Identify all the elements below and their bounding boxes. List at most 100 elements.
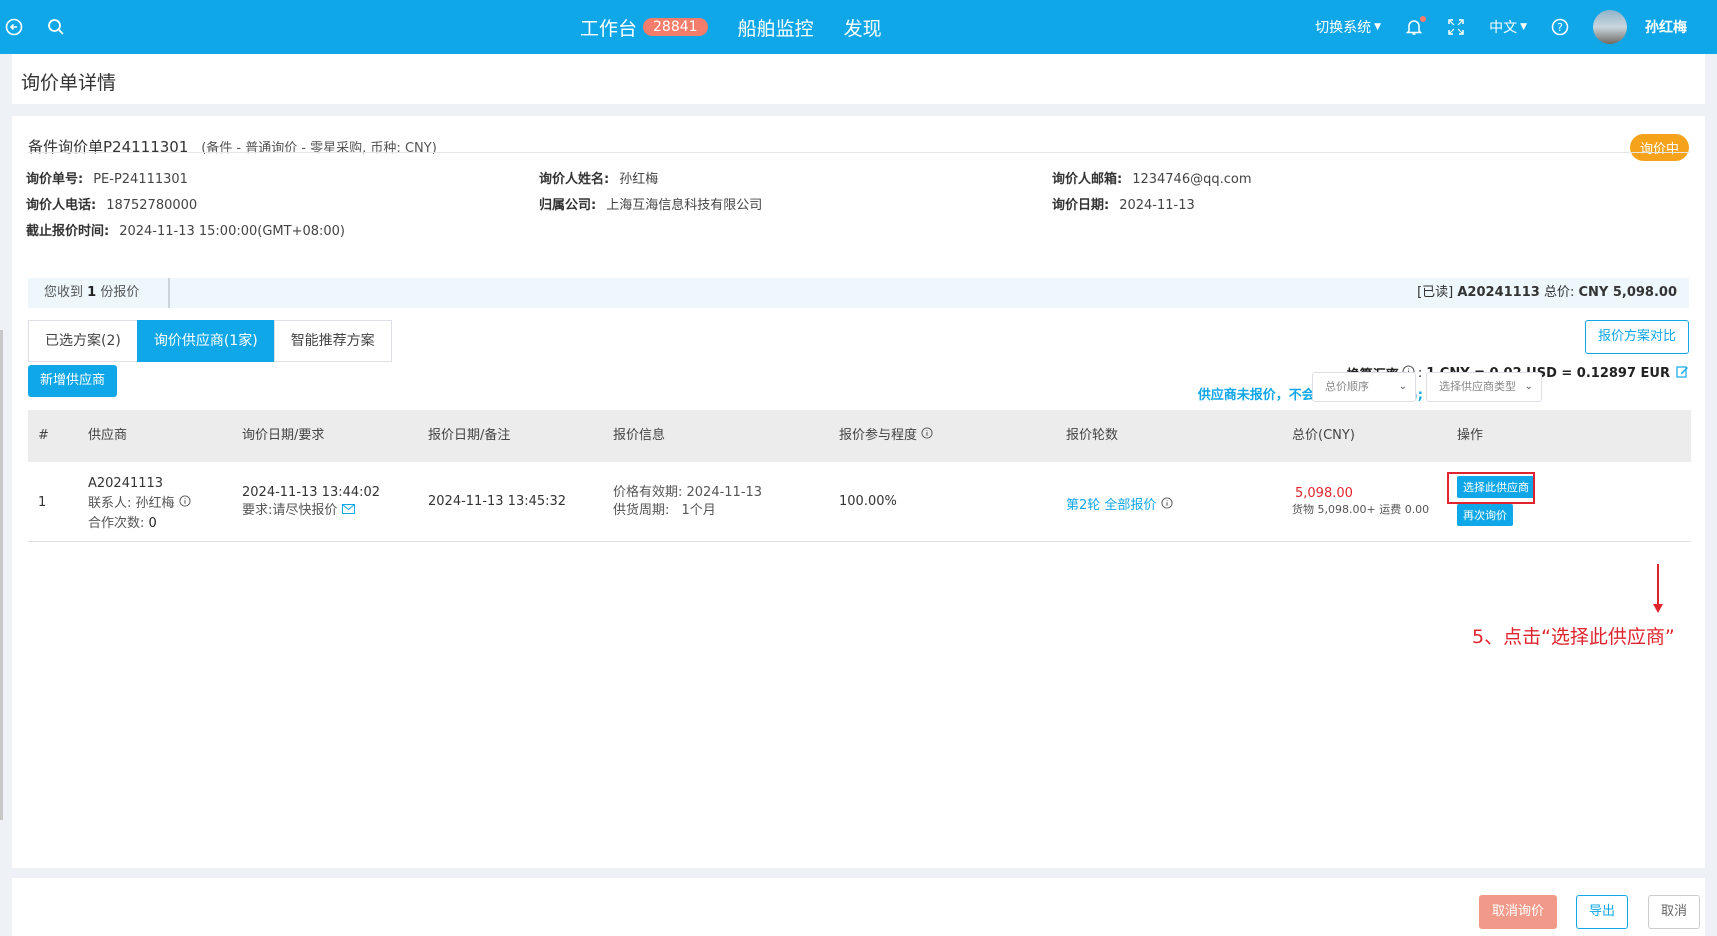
info-value: PE-P24111301 [93, 172, 188, 187]
nav-workbench-label: 工作台 [580, 17, 638, 40]
table-row: 1 A20241113 联系人: 孙红梅 合作次数: 0 2024-11-13 … [28, 462, 1691, 542]
caret-down-icon: ▼ [1520, 22, 1527, 32]
highlight-box [1447, 472, 1535, 504]
page-title: 询价单详情 [21, 72, 117, 94]
total-price: 5,098.00 [1295, 486, 1353, 501]
quote-receipt-bar: 您收到 1 份报价 [已读] A20241113 总价: CNY 5,098.0… [28, 278, 1689, 308]
participation-value: 100.00% [839, 494, 897, 509]
info-icon[interactable] [1161, 497, 1173, 513]
quote-info-cell: 价格有效期: 2024-11-13 供货周期: 1个月 [613, 484, 762, 520]
fullscreen-icon[interactable] [1447, 18, 1465, 36]
supplier-cell: A20241113 联系人: 孙红梅 合作次数: 0 [88, 474, 191, 534]
quote-count-text: 您收到 1 份报价 [28, 278, 170, 308]
price-validity: 价格有效期: 2024-11-13 [613, 485, 763, 500]
info-label: 询价单号: [26, 172, 84, 187]
contact-name: 孙红梅 [135, 496, 175, 511]
receipt-suffix: 份报价 [100, 285, 140, 300]
info-icon[interactable] [179, 495, 191, 511]
tab-inquiry-suppliers[interactable]: 询价供应商(1家) [136, 320, 275, 362]
column-header: 报价日期/备注 [428, 428, 511, 443]
caret-down-icon: ▼ [1374, 22, 1382, 32]
workbench-count-badge: 28841 [643, 18, 708, 36]
info-inquirer-email: 询价人邮箱: 1234746@qq.com [1052, 168, 1252, 187]
info-value: 1234746@qq.com [1132, 172, 1252, 187]
reinquire-button[interactable]: 再次询价 [1457, 504, 1513, 526]
supply-period-label: 供货周期: [613, 503, 670, 518]
top-navigation-bar: 工作台 28841 船舶监控 发现 切换系统 ▼ 中文 ▼ ? 孙红梅 [0, 0, 1717, 54]
read-status: [已读] [1417, 285, 1454, 300]
tab-smart-recommend[interactable]: 智能推荐方案 [273, 320, 392, 362]
coop-label: 合作次数: [88, 516, 145, 531]
supplier-code[interactable]: A20241113 [88, 474, 191, 494]
svg-text:?: ? [1557, 21, 1563, 34]
search-icon[interactable] [42, 13, 70, 41]
mail-icon[interactable] [341, 503, 355, 518]
user-menu[interactable]: 孙红梅 [1593, 10, 1687, 44]
step-annotation: 5、点击“选择此供应商” [1472, 626, 1675, 648]
select-placeholder: 选择供应商类型 [1439, 380, 1516, 393]
info-inquirer-phone: 询价人电话: 18752780000 [26, 194, 197, 213]
switch-system-dropdown[interactable]: 切换系统 ▼ [1315, 17, 1381, 37]
column-header: 供应商 [88, 428, 128, 443]
contact-label: 联系人: [88, 496, 132, 511]
info-value: 2024-11-13 [1119, 198, 1195, 213]
switch-system-label: 切换系统 [1315, 20, 1372, 36]
info-label: 询价人邮箱: [1052, 172, 1123, 187]
info-inquirer-name: 询价人姓名: 孙红梅 [539, 168, 658, 187]
price-breakdown: 货物 5,098.00+ 运费 0.00 [1292, 503, 1430, 516]
language-label: 中文 [1489, 20, 1518, 36]
bell-icon[interactable] [1405, 16, 1427, 36]
info-company: 归属公司: 上海互海信息科技有限公司 [539, 194, 762, 213]
column-header: 报价信息 [613, 428, 666, 443]
column-header: 报价轮数 [1066, 428, 1119, 443]
total-sort-select[interactable]: 总价顺序 ⌄ [1312, 372, 1416, 402]
inquiry-datetime: 2024-11-13 13:44:02 [242, 485, 381, 500]
username: 孙红梅 [1645, 20, 1687, 36]
info-deadline: 截止报价时间: 2024-11-13 15:00:00(GMT+08:00) [26, 220, 345, 239]
coop-count: 0 [148, 516, 157, 531]
column-header-participation: 报价参与程度 [839, 410, 933, 462]
supplier-table: # 供应商 询价日期/要求 报价日期/备注 报价信息 报价参与程度 报价轮数 总… [28, 410, 1691, 542]
column-header: 操作 [1457, 428, 1484, 443]
info-label: 截止报价时间: [26, 224, 110, 239]
info-value: 孙红梅 [619, 172, 659, 187]
order-title: 备件询价单P24111301 [28, 138, 189, 156]
info-value: 2024-11-13 15:00:00(GMT+08:00) [119, 224, 346, 239]
column-header: 询价日期/要求 [242, 428, 325, 443]
quote-datetime: 2024-11-13 13:45:32 [428, 494, 567, 509]
quote-rounds-link[interactable]: 第2轮 全部报价 [1066, 498, 1156, 513]
column-header: 总价(CNY) [1292, 428, 1355, 443]
avatar [1593, 10, 1627, 44]
supplier-type-select[interactable]: 选择供应商类型 ⌄ [1426, 372, 1542, 402]
help-icon[interactable]: ? [1551, 18, 1569, 36]
status-badge: 询价中 [1629, 134, 1689, 161]
nav-discover[interactable]: 发现 [844, 14, 882, 41]
tab-bar: 已选方案(2) 询价供应商(1家) 智能推荐方案 [28, 320, 392, 362]
info-value: 上海互海信息科技有限公司 [606, 198, 763, 213]
export-button[interactable]: 导出 [1576, 895, 1629, 929]
nav-workbench[interactable]: 工作台 28841 [580, 14, 708, 41]
cancel-inquiry-button[interactable]: 取消询价 [1479, 895, 1558, 929]
info-label: 询价日期: [1052, 198, 1110, 213]
chevron-down-icon: ⌄ [1398, 381, 1407, 392]
column-header: 报价参与程度 [839, 428, 918, 443]
nav-ship-monitor[interactable]: 船舶监控 [738, 14, 814, 41]
info-label: 询价人电话: [26, 198, 97, 213]
cancel-button[interactable]: 取消 [1648, 895, 1701, 929]
footer-action-bar: 取消询价 导出 取消 [12, 878, 1705, 936]
total-label: 总价: [1543, 285, 1575, 300]
edit-icon[interactable] [1676, 365, 1689, 382]
compare-plans-button[interactable]: 报价方案对比 [1584, 320, 1689, 354]
back-icon[interactable] [0, 13, 28, 41]
notification-dot [1420, 16, 1427, 22]
info-inquiry-date: 询价日期: 2024-11-13 [1052, 194, 1195, 213]
requirement-text: 要求:请尽快报价 [242, 503, 338, 518]
supply-period: 1个月 [681, 503, 716, 518]
order-header: 备件询价单P24111301 (备件 - 普通询价 - 零星采购, 币种: CN… [28, 136, 437, 157]
info-value: 18752780000 [106, 198, 198, 213]
order-subtitle: (备件 - 普通询价 - 零星采购, 币种: CNY) [201, 141, 437, 156]
add-supplier-button[interactable]: 新增供应商 [28, 365, 118, 397]
left-scrollbar[interactable] [0, 330, 3, 820]
tab-selected-plans[interactable]: 已选方案(2) [28, 320, 138, 362]
language-dropdown[interactable]: 中文 ▼ [1489, 17, 1527, 37]
